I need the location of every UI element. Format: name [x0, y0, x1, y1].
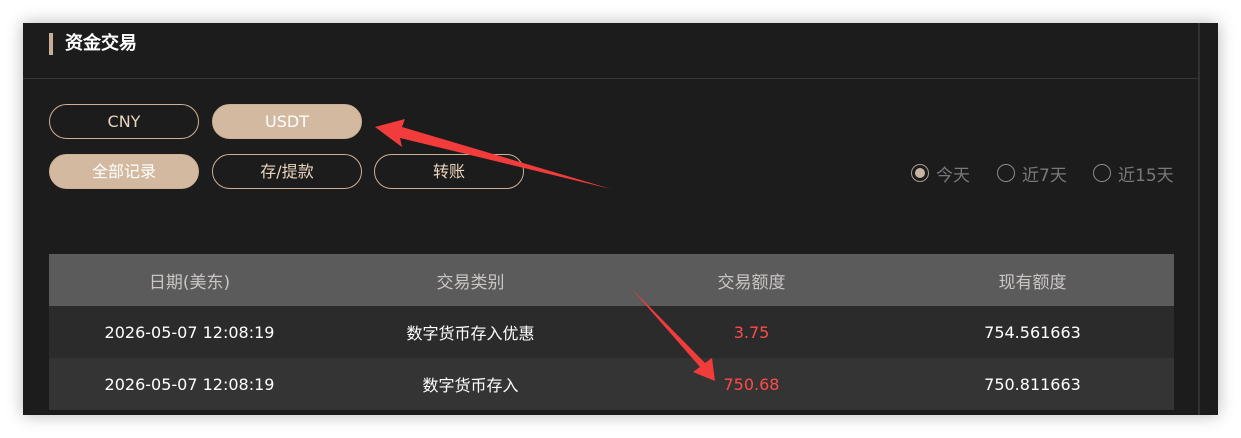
cell-amount: 750.68 [723, 374, 780, 394]
cell-amount: 3.75 [733, 322, 770, 342]
cell-balance: 750.811663 [984, 374, 1081, 394]
table-row: 2026-05-07 12:08:19 数字货币存入 750.68 750.81… [49, 358, 1174, 410]
tab-transfer[interactable]: 转账 [374, 154, 524, 189]
column-header-date: 日期(美东) [148, 272, 231, 293]
radio-7-days[interactable]: 近7天 [997, 161, 1067, 186]
panel-divider [1198, 23, 1200, 415]
title-accent-bar [49, 33, 53, 55]
radio-checked-icon [911, 164, 929, 182]
radio-unchecked-icon [997, 164, 1015, 182]
funds-transaction-panel: 资金交易 CNY USDT 全部记录 存/提款 转账 今天 近7天 近15天 日… [23, 23, 1218, 415]
radio-unchecked-icon [1093, 164, 1111, 182]
table-row: 2026-05-07 12:08:19 数字货币存入优惠 3.75 754.56… [49, 306, 1174, 358]
transactions-table: 日期(美东) 交易类别 交易额度 现有额度 2026-05-07 12:08:1… [49, 254, 1174, 410]
radio-label-today: 今天 [936, 165, 970, 186]
tab-cny[interactable]: CNY [49, 104, 199, 139]
radio-label-15-days: 近15天 [1118, 165, 1174, 186]
radio-15-days[interactable]: 近15天 [1093, 161, 1174, 186]
radio-today[interactable]: 今天 [911, 161, 970, 186]
cell-date: 2026-05-07 12:08:19 [104, 374, 275, 394]
table-header-row: 日期(美东) 交易类别 交易额度 现有额度 [49, 254, 1174, 306]
panel-header: 资金交易 [23, 23, 1198, 79]
page-title: 资金交易 [65, 33, 137, 54]
column-header-type: 交易类别 [436, 272, 505, 293]
tab-all-records[interactable]: 全部记录 [49, 154, 199, 189]
tab-deposit-withdraw[interactable]: 存/提款 [212, 154, 362, 189]
cell-type: 数字货币存入优惠 [406, 324, 535, 343]
cell-date: 2026-05-07 12:08:19 [104, 322, 275, 342]
tab-usdt[interactable]: USDT [212, 104, 362, 139]
cell-balance: 754.561663 [984, 322, 1081, 342]
column-header-amount: 交易额度 [717, 272, 786, 293]
cell-type: 数字货币存入 [422, 376, 519, 395]
radio-label-7-days: 近7天 [1022, 165, 1067, 186]
column-header-balance: 现有额度 [998, 272, 1067, 293]
